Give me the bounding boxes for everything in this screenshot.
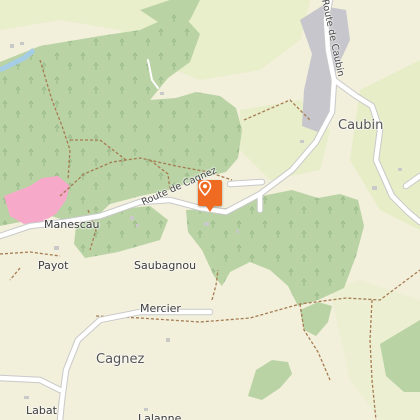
locality-label-mercier: Mercier	[140, 302, 181, 315]
locality-label-saubagnou: Saubagnou	[134, 259, 197, 272]
map-view[interactable]: Caubin Cagnez Manescau Payot Saubagnou M…	[0, 0, 420, 420]
locality-label-lalanne: Lalanne	[138, 412, 182, 420]
location-marker[interactable]	[198, 180, 222, 212]
locality-label-manescau: Manescau	[44, 218, 100, 231]
locality-label-payot: Payot	[38, 259, 69, 272]
place-label-cagnez: Cagnez	[96, 352, 145, 367]
location-pin-icon	[198, 180, 212, 196]
locality-label-labat: Labat	[26, 404, 57, 417]
place-label-caubin: Caubin	[338, 118, 384, 133]
